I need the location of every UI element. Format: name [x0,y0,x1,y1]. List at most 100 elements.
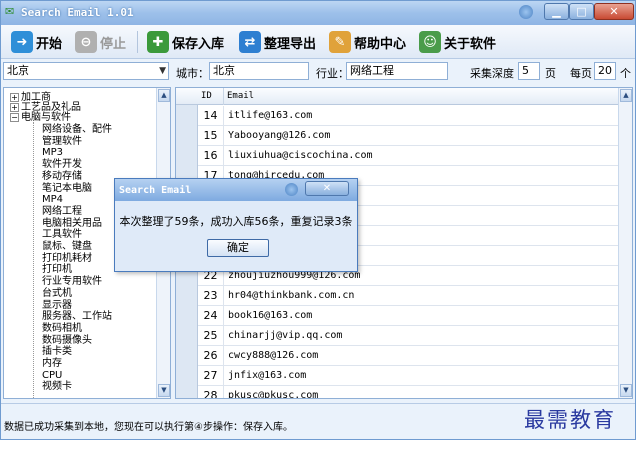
tree-leaf[interactable]: 鼠标、键盘 [42,242,92,252]
tree-leaf[interactable]: 工具软件 [42,230,82,240]
row-id: 15 [198,126,224,146]
tree-leaf[interactable]: 打印机耗材 [42,253,92,264]
start-button[interactable]: ➜ 开始 [11,28,62,56]
depth-label: 采集深度 [470,67,514,80]
result-dialog: Search Email ✕ 本次整理了59条，成功入库56条，重复记录3条 确… [114,178,358,272]
city-input[interactable]: 北京 [209,62,309,80]
tree-leaf[interactable]: 视频卡 [42,382,72,392]
table-row[interactable]: 15 Yabooyang@126.com [198,126,620,146]
expand-icon[interactable]: + [10,103,19,112]
pencil-icon: ✎ [329,31,351,53]
tree-leaf[interactable]: 台式机 [42,288,72,299]
export-button[interactable]: ⇄ 整理导出 [239,28,316,56]
arrow-right-icon: ➜ [11,31,33,53]
row-email: liuxiuhua@ciscochina.com [228,150,373,161]
expand-icon[interactable]: + [10,93,19,102]
filter-bar: 北京 ▼ 城市： 北京 行业： 网络工程 采集深度 5 页 每页 20 个 [1,59,635,83]
pin-icon[interactable] [519,5,533,19]
grid-header: ID Email [176,88,620,105]
table-row[interactable]: 25 chinarjj@vip.qq.com [198,326,620,346]
row-email: cwcy888@126.com [228,350,319,361]
tree-leaf[interactable]: 数码相机 [42,323,82,334]
collapse-icon[interactable]: − [10,113,19,122]
table-row[interactable]: 28 pkusc@pkusc.com [198,386,620,399]
toolbar: ➜ 开始 ⊖ 停止 ✚ 保存入库 ⇄ 整理导出 ✎ 帮助中心 ☺ 关于软件 [1,25,635,59]
save-to-db-button[interactable]: ✚ 保存入库 [147,28,224,56]
tree-leaf[interactable]: 管理软件 [42,136,82,147]
add-mail-icon: ✚ [147,31,169,53]
tree-leaf[interactable]: CPU [42,370,62,381]
table-row[interactable]: 27 jnfix@163.com [198,366,620,386]
industry-input[interactable]: 网络工程 [346,62,448,80]
tree-leaf[interactable]: 移动存储 [42,171,82,182]
app-icon: ✉ [5,5,15,18]
scroll-up-icon[interactable]: ▲ [158,89,170,102]
tree-leaf[interactable]: 服务器、工作站 [42,312,112,322]
scroll-up-icon[interactable]: ▲ [620,89,632,102]
tree-leaf[interactable]: MP3 [42,148,63,158]
toolbar-divider [137,31,138,53]
dialog-title: Search Email [119,185,192,196]
close-button[interactable]: ✕ [594,3,634,20]
row-id: 25 [198,326,224,346]
users-icon: ☺ [419,31,441,53]
tree-leaf[interactable]: 显示器 [42,300,72,311]
grid-scrollbar[interactable]: ▲ ▼ [618,88,632,398]
tree-leaf[interactable]: MP4 [42,195,63,205]
tree-leaf[interactable]: 内存 [42,359,62,369]
export-icon: ⇄ [239,31,261,53]
stop-button[interactable]: ⊖ 停止 [75,28,126,56]
depth-input[interactable]: 5 [518,62,540,80]
help-button[interactable]: ✎ 帮助中心 [329,28,406,56]
column-id[interactable]: ID [198,88,224,105]
tree-leaf[interactable]: 电脑相关用品 [42,218,102,229]
tree-leaf[interactable]: 网络工程 [42,206,82,217]
stop-icon: ⊖ [75,31,97,53]
row-id: 26 [198,346,224,366]
watermark-text: 最需教育 [524,408,616,432]
dialog-close-button[interactable]: ✕ [305,181,349,196]
table-row[interactable]: 23 hr04@thinkbank.com.cn [198,286,620,306]
scroll-down-icon[interactable]: ▼ [158,384,170,397]
tree-leaf[interactable]: 笔记本电脑 [42,183,92,194]
title-bar: ✉ Search Email 1.01 ▁ □ ✕ [1,1,635,25]
export-label: 整理导出 [264,36,317,52]
about-button[interactable]: ☺ 关于软件 [419,28,496,56]
help-label: 帮助中心 [354,36,407,52]
window-title: Search Email 1.01 [21,6,134,19]
stop-label: 停止 [100,36,127,52]
ok-button[interactable]: 确定 [207,239,269,257]
row-id: 23 [198,286,224,306]
row-email: Yabooyang@126.com [228,130,331,141]
tree-leaf[interactable]: 打印机 [42,265,72,275]
maximize-button[interactable]: □ [569,3,594,20]
row-email: pkusc@pkusc.com [228,390,319,399]
row-email: book16@163.com [228,310,313,321]
per-page-input[interactable]: 20 [594,62,616,80]
tree-node[interactable]: − 电脑与软件 [10,113,71,123]
start-label: 开始 [36,36,63,52]
about-label: 关于软件 [444,36,497,52]
tree-leaf[interactable]: 数码摄像头 [42,335,92,346]
row-id: 28 [198,386,224,398]
table-row[interactable]: 14 itlife@163.com [198,106,620,126]
table-row[interactable]: 24 book16@163.com [198,306,620,326]
province-select[interactable]: 北京 ▼ [3,62,169,80]
tree-leaf[interactable]: 插卡类 [42,347,72,357]
scroll-down-icon[interactable]: ▼ [620,384,632,397]
per-page-label: 每页 [570,67,592,80]
tree-leaf[interactable]: 行业专用软件 [42,277,102,287]
row-email: jnfix@163.com [228,370,307,381]
tree-leaf[interactable]: 软件开发 [42,160,82,170]
dialog-title-bar: Search Email ✕ [115,179,357,201]
industry-label: 行业： [316,67,349,80]
row-id: 16 [198,146,224,166]
pin-icon[interactable] [285,183,298,196]
tree-leaf[interactable]: 网络设备、配件 [42,125,112,135]
tree-node-label: 电脑与软件 [21,112,71,123]
minimize-button[interactable]: ▁ [544,3,569,20]
chevron-down-icon: ▼ [159,66,166,76]
column-email[interactable]: Email [224,88,620,105]
table-row[interactable]: 16 liuxiuhua@ciscochina.com [198,146,620,166]
table-row[interactable]: 26 cwcy888@126.com [198,346,620,366]
